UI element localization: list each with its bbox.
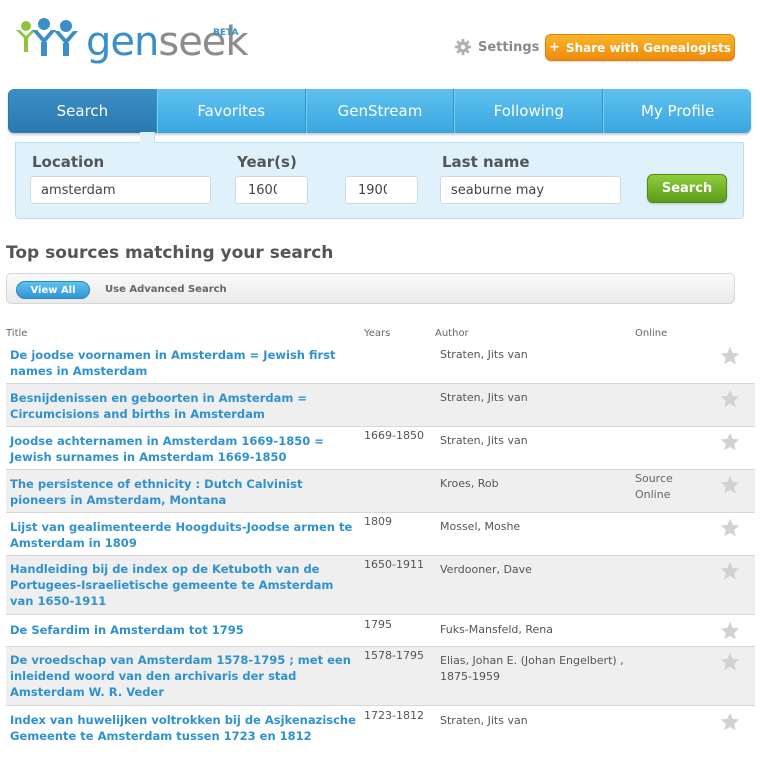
table-row: De joodse voornamen in Amsterdam = Jewis… bbox=[6, 341, 755, 384]
logo-seek-text: seek bbox=[158, 19, 248, 65]
table-row: De vroedschap van Amsterdam 1578-1795 ; … bbox=[6, 647, 755, 706]
favorite-star-icon[interactable] bbox=[719, 711, 741, 733]
row-title-link[interactable]: Lijst van gealimenteerde Hoogduits-Joods… bbox=[10, 519, 360, 551]
tab-genstream[interactable]: GenStream bbox=[305, 89, 455, 133]
table-row: De Sefardim in Amsterdam tot 1795 1795 F… bbox=[6, 615, 755, 647]
row-years: 1669-1850 bbox=[364, 429, 424, 442]
row-author: Mossel, Moshe bbox=[440, 520, 521, 533]
column-header-years: Years bbox=[364, 328, 391, 339]
row-years: 1578-1795 bbox=[364, 649, 424, 662]
tab-following[interactable]: Following bbox=[454, 89, 604, 133]
row-author: Straten, Jits van bbox=[440, 434, 528, 447]
row-author: Fuks-Mansfeld, Rena bbox=[440, 623, 554, 636]
search-button[interactable]: Search bbox=[647, 174, 727, 203]
row-title-link[interactable]: Handleiding bij de index op de Ketuboth … bbox=[10, 561, 360, 609]
favorite-star-icon[interactable] bbox=[719, 431, 741, 453]
table-row: Handleiding bij de index op de Ketuboth … bbox=[6, 556, 755, 615]
tab-my-profile[interactable]: My Profile bbox=[603, 89, 751, 133]
main-nav-tabs: Search Favorites GenStream Following My … bbox=[8, 89, 751, 133]
row-title-link[interactable]: De vroedschap van Amsterdam 1578-1795 ; … bbox=[10, 652, 360, 700]
favorite-star-icon[interactable] bbox=[719, 517, 741, 539]
row-author: Elias, Johan E. (Johan Engelbert) , 1875… bbox=[440, 654, 624, 683]
results-table: De joodse voornamen in Amsterdam = Jewis… bbox=[6, 341, 755, 760]
favorite-star-icon[interactable] bbox=[719, 388, 741, 410]
year-from-input[interactable]: 1600 bbox=[235, 176, 308, 204]
advanced-search-link[interactable]: Use Advanced Search bbox=[105, 284, 227, 295]
favorite-star-icon[interactable] bbox=[719, 345, 741, 367]
favorite-star-icon[interactable] bbox=[719, 474, 741, 496]
column-header-title: Title bbox=[6, 328, 28, 339]
genseek-logo[interactable]: genseek BETA bbox=[14, 14, 249, 66]
row-years: 1723-1812 bbox=[364, 709, 424, 722]
table-row: Besnijdenissen en geboorten in Amsterdam… bbox=[6, 384, 755, 427]
table-row: The persistence of ethnicity : Dutch Cal… bbox=[6, 470, 755, 513]
row-title-link[interactable]: The persistence of ethnicity : Dutch Cal… bbox=[10, 476, 360, 508]
logo-gen-text: gen bbox=[86, 19, 159, 65]
row-title-link[interactable]: Index van huwelijken voltrokken bij de A… bbox=[10, 712, 360, 744]
favorite-star-icon[interactable] bbox=[719, 560, 741, 582]
year-to-value: 1900 bbox=[358, 183, 387, 198]
beta-badge: BETA bbox=[213, 28, 239, 38]
last-name-input[interactable]: seaburne may bbox=[440, 176, 621, 204]
plus-icon: + bbox=[549, 40, 560, 55]
row-years: 1795 bbox=[364, 618, 392, 631]
tab-favorites[interactable]: Favorites bbox=[156, 89, 306, 133]
row-title-link[interactable]: Besnijdenissen en geboorten in Amsterdam… bbox=[10, 390, 360, 422]
people-logo-icon bbox=[16, 18, 78, 56]
row-author: Straten, Jits van bbox=[440, 714, 528, 727]
tab-connector bbox=[140, 132, 155, 143]
location-input[interactable]: amsterdam bbox=[30, 176, 211, 204]
row-author: Verdooner, Dave bbox=[440, 563, 532, 576]
row-online: Source Online bbox=[635, 472, 673, 501]
tab-search[interactable]: Search bbox=[8, 89, 157, 133]
location-label: Location bbox=[32, 153, 105, 171]
year-from-value: 1600 bbox=[248, 183, 277, 198]
column-header-online: Online bbox=[635, 328, 668, 339]
year-to-input[interactable]: 1900 bbox=[345, 176, 418, 204]
view-all-button[interactable]: View All bbox=[16, 281, 90, 299]
table-row: Joodse achternamen in Amsterdam 1669-185… bbox=[6, 427, 755, 470]
row-years: 1650-1911 bbox=[364, 558, 424, 571]
results-heading: Top sources matching your search bbox=[6, 243, 334, 263]
row-author: Straten, Jits van bbox=[440, 391, 528, 404]
column-header-author: Author bbox=[435, 328, 469, 339]
years-label: Year(s) bbox=[237, 153, 297, 171]
settings-link[interactable]: Settings bbox=[454, 38, 539, 56]
row-title-link[interactable]: De Sefardim in Amsterdam tot 1795 bbox=[10, 622, 360, 638]
row-author: Kroes, Rob bbox=[440, 477, 499, 490]
table-row: Lijst van gealimenteerde Hoogduits-Joods… bbox=[6, 513, 755, 556]
row-author: Straten, Jits van bbox=[440, 348, 528, 361]
share-label: Share with Genealogists bbox=[565, 40, 731, 55]
share-with-genealogists-button[interactable]: + Share with Genealogists bbox=[545, 34, 735, 61]
last-name-label: Last name bbox=[442, 153, 530, 171]
favorite-star-icon[interactable] bbox=[719, 620, 741, 642]
table-row: Index van huwelijken voltrokken bij de A… bbox=[6, 706, 755, 760]
row-title-link[interactable]: De joodse voornamen in Amsterdam = Jewis… bbox=[10, 347, 360, 379]
row-years: 1809 bbox=[364, 515, 392, 528]
favorite-star-icon[interactable] bbox=[719, 651, 741, 673]
settings-label: Settings bbox=[478, 39, 540, 55]
row-title-link[interactable]: Joodse achternamen in Amsterdam 1669-185… bbox=[10, 433, 360, 465]
gear-icon bbox=[454, 38, 472, 56]
